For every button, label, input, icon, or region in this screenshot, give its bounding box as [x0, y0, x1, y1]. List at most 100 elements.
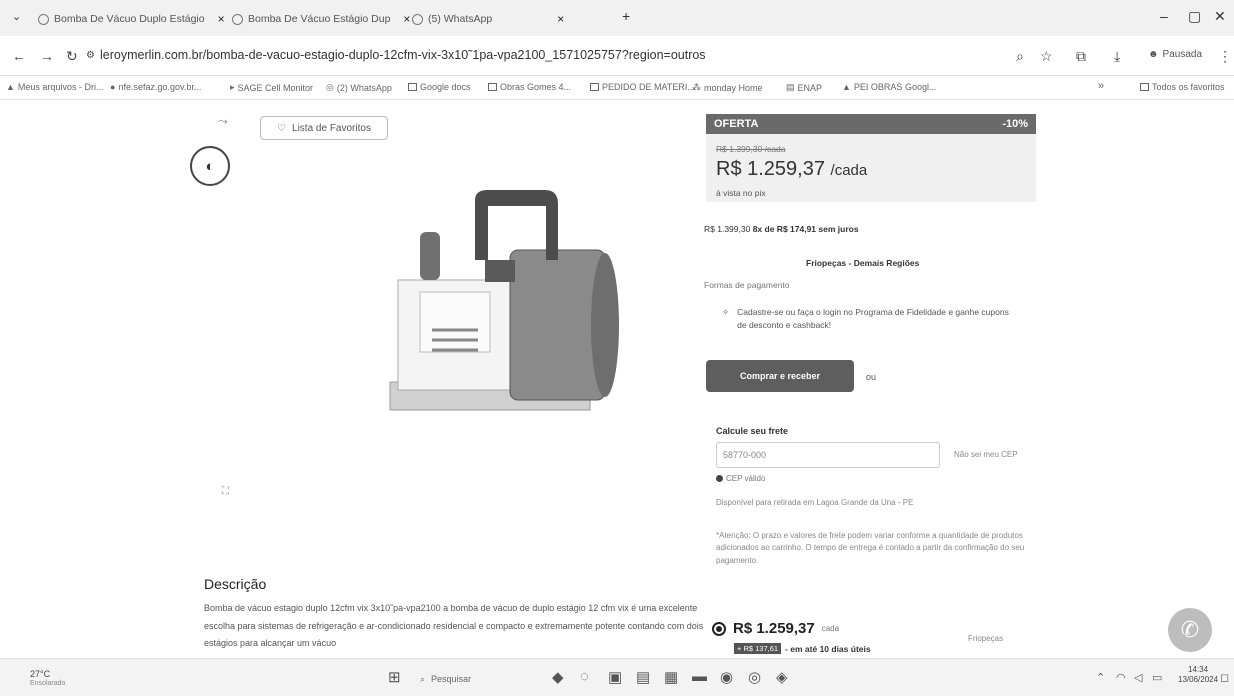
description-text: Bomba de vácuo estagio duplo 12cfm vix 3…: [204, 603, 704, 649]
back-icon[interactable]: ←: [12, 48, 26, 64]
share-icon[interactable]: ⤳: [218, 114, 228, 129]
profile-avatar-icon: ☻: [1148, 49, 1159, 60]
product-image[interactable]: [380, 180, 630, 440]
profile-button[interactable]: ☻ Pausada: [1148, 49, 1202, 60]
bookmark-item[interactable]: ▲ PEI OBRAS Googl...: [842, 82, 936, 92]
bookmark-item[interactable]: ⁂ monday Home: [692, 82, 763, 93]
payment-methods-link[interactable]: Formas de pagamento: [704, 280, 790, 290]
heart-icon: ♡: [277, 122, 287, 134]
clock-time: 14:34: [1188, 665, 1209, 674]
app-icon[interactable]: ▬: [692, 668, 707, 685]
close-tab-icon[interactable]: ×: [557, 12, 564, 26]
price-box: R$ 1.399,30 /cada R$ 1.259,37 /cada à vi…: [706, 134, 1036, 202]
bookmark-item[interactable]: Google docs: [408, 82, 471, 92]
bookmark-item[interactable]: Obras Gomes 4...: [488, 82, 571, 92]
all-favorites-label: Todos os favoritos: [1152, 82, 1225, 92]
seller-link[interactable]: Friopeças - Demais Regiões: [806, 258, 919, 268]
start-icon[interactable]: ⊞: [388, 668, 401, 686]
file-explorer-icon[interactable]: ▤: [636, 668, 650, 686]
bookmark-label: PEI OBRAS Googl...: [853, 82, 937, 92]
bookmark-star-icon[interactable]: ☆: [1040, 48, 1053, 65]
new-tab-button[interactable]: +: [622, 8, 630, 24]
url-field[interactable]: leroymerlin.com.br/bomba-de-vacuo-estagi…: [100, 48, 706, 62]
tab-bomba-1[interactable]: Bomba De Vácuo Duplo Estágio ×: [38, 8, 225, 30]
cep-valid-label: CEP válido: [726, 474, 766, 483]
zoom-image-icon[interactable]: ⛶: [222, 486, 229, 497]
edge-icon[interactable]: ◉: [720, 668, 733, 686]
taskbar-search[interactable]: ⌕ Pesquisar: [420, 669, 530, 689]
volume-icon[interactable]: ◁: [1134, 671, 1142, 684]
battery-icon[interactable]: ▭: [1152, 671, 1162, 684]
bookmarks-bar: ▲ Meus arquivos - Dri... ● nfe.sefaz.go.go…: [0, 76, 1234, 100]
bookmark-item[interactable]: ◎ (2) WhatsApp: [326, 82, 392, 93]
app2-icon[interactable]: ◈: [776, 668, 788, 686]
bookmark-item[interactable]: ▸ SAGE Cell Monitor: [230, 82, 313, 93]
menu-icon[interactable]: ⋮: [1218, 48, 1232, 65]
offer-discount: -10%: [1002, 118, 1028, 130]
favorites-label: Lista de Favoritos: [292, 122, 371, 134]
pix-note: à vista no pix: [716, 188, 766, 198]
price-value: R$ 1.259,37: [716, 158, 825, 180]
whatsapp-chat-icon[interactable]: ✆: [1168, 608, 1212, 652]
leroy-favicon-icon: [38, 13, 49, 25]
extensions-icon[interactable]: ⧉: [1076, 48, 1086, 65]
bookmark-label: nfe.sefaz.go.gov.br...: [118, 82, 202, 92]
widgets-icon[interactable]: ◆: [552, 668, 564, 686]
sage-icon: ▸: [230, 82, 235, 92]
tab-whatsapp[interactable]: (5) WhatsApp ×: [412, 8, 564, 30]
task-view-icon[interactable]: ▣: [608, 668, 622, 686]
close-tab-icon[interactable]: ×: [403, 12, 410, 26]
shipping-cost-tag: + R$ 137,61: [734, 643, 782, 654]
tray-chevron-icon[interactable]: ⌃: [1096, 671, 1105, 684]
notifications-icon[interactable]: ◻: [1220, 671, 1229, 684]
radio-selected[interactable]: [712, 621, 726, 636]
zoom-icon[interactable]: ⌕: [1016, 48, 1024, 65]
close-window-icon[interactable]: ✕: [1214, 8, 1226, 25]
bookmark-item[interactable]: ▲ Meus arquivos - Dri...: [6, 82, 103, 92]
close-tab-icon[interactable]: ×: [218, 12, 225, 26]
chrome-icon[interactable]: ◎: [748, 668, 761, 686]
sheets-icon: [590, 83, 599, 91]
oil-cap: [420, 232, 440, 280]
store-icon[interactable]: ▦: [664, 668, 678, 686]
weather-widget[interactable]: 27°C Ensolarado: [30, 669, 65, 688]
shipping-option[interactable]: R$ 1.259,37 cada: [712, 620, 839, 637]
weather-temp: 27°C: [30, 669, 51, 679]
option-unit: cada: [821, 624, 840, 633]
bookmark-item[interactable]: ● nfe.sefaz.go.gov.br...: [110, 82, 201, 92]
loyalty-banner[interactable]: ✧ Cadastre-se ou faça o login no Program…: [722, 306, 1012, 332]
all-favorites-button[interactable]: Todos os favoritos: [1140, 82, 1225, 92]
whatsapp-icon: ◎: [326, 82, 334, 92]
forward-icon[interactable]: →: [40, 48, 54, 64]
profile-label: Pausada: [1162, 49, 1203, 60]
cep-input[interactable]: [716, 442, 940, 468]
taskbar: 27°C Ensolarado ⊞ ⌕ Pesquisar ◆ ◌ ▣ ▤ ▦ …: [0, 658, 1234, 696]
clock[interactable]: 14:34 13/06/2024: [1178, 665, 1218, 686]
drive-icon: ▲: [6, 82, 15, 92]
loyalty-text: Cadastre-se ou faça o login no Programa …: [737, 307, 1009, 330]
buy-button[interactable]: Comprar e receber: [706, 360, 854, 392]
bookmark-item[interactable]: ▤ ENAP: [786, 82, 822, 93]
wifi-icon[interactable]: ◠: [1116, 671, 1126, 684]
search-icon: ⌕: [420, 673, 426, 684]
bookmark-label: monday Home: [704, 82, 763, 93]
reload-icon[interactable]: ↻: [66, 48, 78, 65]
installments-prefix: R$ 1.399,30: [704, 224, 751, 234]
minimize-icon[interactable]: –: [1160, 8, 1168, 24]
bookmark-item[interactable]: PEDIDO DE MATERI...: [590, 82, 695, 92]
tab-label: (5) WhatsApp: [428, 13, 493, 25]
product-seal-icon: ◐: [190, 146, 230, 186]
more-bookmarks-button[interactable]: »: [1098, 80, 1104, 92]
download-icon[interactable]: ⤓: [1114, 48, 1120, 65]
site-info-icon[interactable]: ⚙: [86, 50, 95, 61]
tab-list-chevron-icon[interactable]: ⌄: [12, 10, 21, 23]
drive-icon: ▲: [842, 82, 851, 92]
unknown-cep-link[interactable]: Não sei meu CEP: [954, 450, 1018, 459]
bookmark-label: Obras Gomes 4...: [500, 82, 572, 92]
chat-icon[interactable]: ◌: [580, 668, 589, 685]
favorites-list-button[interactable]: ♡ Lista de Favoritos: [260, 116, 388, 140]
main-price: R$ 1.259,37 /cada: [716, 158, 867, 181]
tab-bomba-2[interactable]: Bomba De Vácuo Estágio Dup ×: [232, 8, 410, 30]
maximize-icon[interactable]: ▢: [1188, 8, 1201, 25]
cep-valid-status: CEP válido: [716, 474, 765, 483]
